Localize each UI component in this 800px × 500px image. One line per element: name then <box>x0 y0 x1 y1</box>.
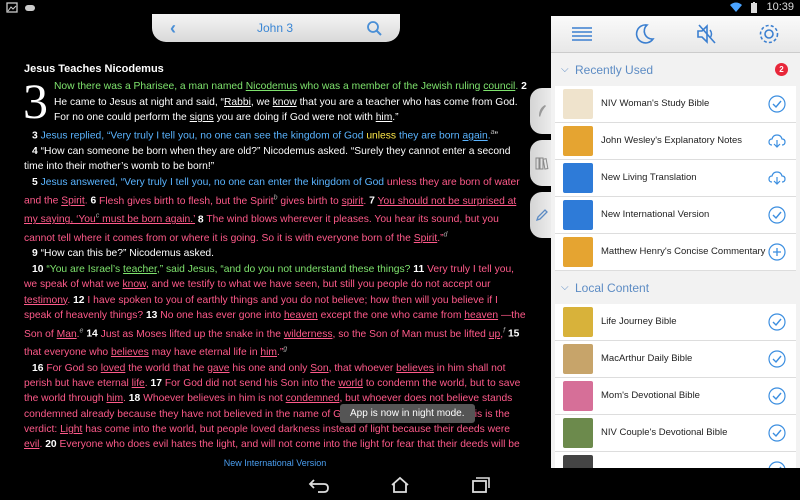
check-circle-icon[interactable] <box>768 313 786 331</box>
book-title: Mom's Devotional Bible <box>601 390 700 402</box>
gear-icon[interactable] <box>756 21 782 47</box>
cloud-download-icon[interactable] <box>768 132 786 150</box>
recent-list: NIV Woman's Study Bible John Wesley's Exp… <box>551 86 800 271</box>
local-content-header[interactable]: ⌵ Local Content <box>551 271 800 304</box>
verse-3: 3 Jesus replied, “Very truly I tell you,… <box>32 129 498 142</box>
check-circle-icon[interactable] <box>768 206 786 224</box>
book-item[interactable]: NIV Couple's Devotional Bible <box>555 415 796 452</box>
book-item[interactable]: MacArthur Daily Bible <box>555 341 796 378</box>
status-time: 10:39 <box>766 1 794 13</box>
check-circle-icon[interactable] <box>768 424 786 442</box>
book-title: John Wesley's Explanatory Notes <box>601 135 743 147</box>
status-bar: 10:39 <box>0 0 800 16</box>
add-circle-icon[interactable] <box>768 243 786 261</box>
book-item[interactable]: NIV Woman's Study Bible <box>555 86 796 123</box>
recently-used-label: Recently Used <box>575 62 654 77</box>
book-cover <box>563 200 593 230</box>
book-cover <box>563 126 593 156</box>
app-root: 10:39 ‹ John 3 Jesus Teaches Nicodemus 3… <box>0 0 800 500</box>
library-panel: ⌵ Recently Used 2 NIV Woman's Study Bibl… <box>551 16 800 468</box>
home-icon[interactable] <box>389 476 411 494</box>
check-circle-icon[interactable] <box>768 350 786 368</box>
book-item[interactable]: Mom's Devotional Bible <box>555 378 796 415</box>
battery-icon <box>751 1 758 13</box>
check-circle-icon[interactable] <box>768 95 786 113</box>
check-circle-icon[interactable] <box>768 461 786 468</box>
pencil-icon <box>535 209 548 222</box>
cloud-download-icon[interactable] <box>768 169 786 187</box>
book-cover <box>563 344 593 374</box>
verse-10-15: 10 “You are Israel’s teacher,” said Jesu… <box>24 263 526 359</box>
book-item[interactable] <box>555 452 796 468</box>
quill-icon <box>539 105 546 117</box>
local-content-label: Local Content <box>575 280 650 295</box>
book-cover <box>563 455 593 468</box>
recently-used-header[interactable]: ⌵ Recently Used 2 <box>551 53 800 86</box>
book-cover <box>563 163 593 193</box>
book-title: Matthew Henry's Concise Commentary <box>601 246 766 258</box>
recent-apps-icon[interactable] <box>469 476 491 494</box>
moon-icon[interactable] <box>631 21 657 47</box>
verse-4: 4 “How can someone be born when they are… <box>24 146 511 173</box>
book-title: NIV Couple's Devotional Bible <box>601 427 728 439</box>
check-circle-icon[interactable] <box>768 387 786 405</box>
book-title: NIV Woman's Study Bible <box>601 98 710 110</box>
verse-9: 9 “How can this be?” Nicodemus asked. <box>32 248 215 260</box>
verse-5-8: 5 Jesus answered, “Very truly I tell you… <box>24 176 520 245</box>
book-cover <box>563 418 593 448</box>
system-nav-bar <box>0 470 800 500</box>
chapter-reference[interactable]: John 3 <box>257 21 293 35</box>
book-item[interactable]: John Wesley's Explanatory Notes <box>555 123 796 160</box>
book-item[interactable]: Matthew Henry's Concise Commentary <box>555 234 796 271</box>
translation-label[interactable]: New International Version <box>0 458 550 468</box>
night-mode-toast: App is now in night mode. <box>340 404 475 423</box>
book-title: MacArthur Daily Bible <box>601 353 693 365</box>
menu-icon[interactable] <box>569 21 595 47</box>
book-cover <box>563 237 593 267</box>
library-icon <box>535 157 549 170</box>
recent-count-badge: 2 <box>775 63 788 76</box>
panel-toolbar <box>551 16 800 53</box>
book-item[interactable]: New International Version <box>555 197 796 234</box>
section-heading: Jesus Teaches Nicodemus <box>24 63 164 75</box>
chevron-down-icon: ⌵ <box>561 64 569 75</box>
wifi-icon <box>730 2 743 12</box>
bible-text[interactable]: Jesus Teaches Nicodemus 3 Now there was a… <box>24 62 527 454</box>
gallery-icon <box>6 2 18 13</box>
local-list: Life Journey Bible MacArthur Daily Bible M… <box>551 304 800 468</box>
chapter-dropcap: 3 <box>24 73 48 130</box>
book-item[interactable]: Life Journey Bible <box>555 304 796 341</box>
chevron-left-icon[interactable]: ‹ <box>170 18 184 39</box>
gamepad-icon <box>25 5 35 11</box>
chapter-nav: ‹ John 3 <box>152 14 400 42</box>
book-title: New International Version <box>601 209 710 221</box>
book-item[interactable]: New Living Translation <box>555 160 796 197</box>
verse-1-3: 3 Now there was a Pharisee, a man named N… <box>24 73 527 130</box>
book-title: New Living Translation <box>601 172 697 184</box>
back-icon[interactable] <box>308 476 330 494</box>
book-cover <box>563 89 593 119</box>
book-cover <box>563 307 593 337</box>
book-cover <box>563 381 593 411</box>
chevron-down-icon: ⌵ <box>561 282 569 293</box>
search-icon[interactable] <box>366 20 382 36</box>
speaker-mute-icon[interactable] <box>694 21 720 47</box>
book-title: Life Journey Bible <box>601 316 677 328</box>
